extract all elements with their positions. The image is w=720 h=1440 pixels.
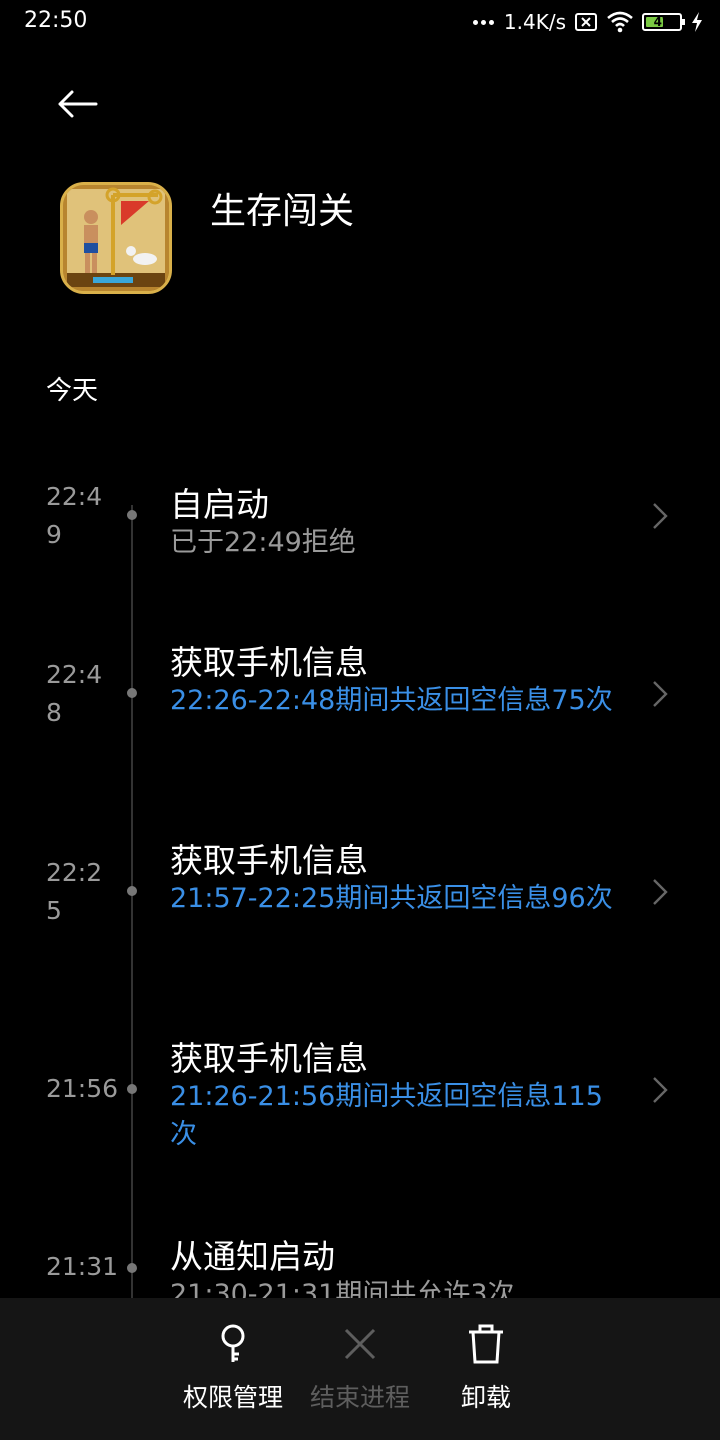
- permissions-button[interactable]: 权限管理: [168, 1322, 298, 1422]
- permissions-label: 权限管理: [182, 1383, 283, 1412]
- timeline-time: 21:31: [46, 1252, 119, 1281]
- app-icon-illustration: [63, 185, 169, 291]
- signal-dots-icon: [472, 19, 494, 25]
- timeline-dot: [127, 688, 137, 698]
- timeline-time: 22:49: [46, 482, 103, 549]
- timeline-description: 21:30-21:31期间共允许3次: [170, 1279, 515, 1298]
- battery-level: 47: [653, 15, 671, 29]
- section-label-today: 今天: [46, 376, 99, 406]
- bottom-action-bar: 权限管理 结束进程 卸载: [0, 1298, 720, 1440]
- timeline-description: 已于22:49拒绝: [170, 527, 356, 558]
- timeline-dot: [127, 1084, 137, 1094]
- chevron-right-icon: [653, 1077, 668, 1103]
- timeline-title: 获取手机信息: [170, 1039, 368, 1078]
- app-name: 生存闯关: [210, 191, 355, 232]
- end-process-button[interactable]: 结束进程: [295, 1322, 425, 1422]
- chevron-right-icon: [653, 681, 668, 707]
- timeline-time: 22:25: [46, 858, 103, 925]
- timeline-dot: [127, 886, 137, 896]
- battery-icon: 47: [642, 13, 685, 31]
- back-button[interactable]: [50, 82, 104, 126]
- end-process-label: 结束进程: [309, 1383, 410, 1412]
- timeline-time: 22:48: [46, 660, 103, 727]
- timeline-item-phone-info-3[interactable]: 21:56 获取手机信息 21:26-21:56期间共返回空信息115次: [0, 1032, 720, 1162]
- app-icon: [60, 182, 172, 294]
- chevron-right-icon: [653, 879, 668, 905]
- app-behavior-screen: 22:50 1.4K/s 47 生存闯关 今天 22:49 自启动 已于22:4…: [0, 0, 720, 1440]
- timeline-title: 获取手机信息: [170, 643, 368, 682]
- timeline-dot: [127, 1263, 137, 1273]
- close-icon: [344, 1328, 376, 1360]
- chevron-right-icon: [653, 503, 668, 529]
- timeline-item-autostart[interactable]: 22:49 自启动 已于22:49拒绝: [0, 478, 720, 588]
- key-icon: [221, 1324, 245, 1362]
- timeline-dot: [127, 510, 137, 520]
- uninstall-label: 卸载: [460, 1383, 511, 1412]
- uninstall-button[interactable]: 卸载: [421, 1322, 551, 1422]
- timeline-description: 21:57-22:25期间共返回空信息96次: [170, 883, 613, 914]
- timeline-title: 获取手机信息: [170, 841, 368, 880]
- arrow-left-icon: [58, 90, 98, 118]
- timeline-item-notification-launch[interactable]: 21:31 从通知启动 21:30-21:31期间共允许3次: [0, 1230, 720, 1298]
- trash-icon: [469, 1324, 503, 1364]
- timeline-title: 自启动: [170, 485, 269, 524]
- charging-icon: [692, 12, 702, 32]
- status-icons: 1.4K/s 47: [472, 8, 704, 36]
- timeline-item-phone-info-1[interactable]: 22:48 获取手机信息 22:26-22:48期间共返回空信息75次: [0, 636, 720, 766]
- timeline-item-phone-info-2[interactable]: 22:25 获取手机信息 21:57-22:25期间共返回空信息96次: [0, 834, 720, 964]
- status-time: 22:50: [24, 8, 88, 33]
- timeline-title: 从通知启动: [170, 1237, 335, 1276]
- net-speed: 1.4K/s: [503, 10, 566, 34]
- timeline-description: 21:26-21:56期间共返回空信息115次: [170, 1081, 603, 1150]
- wifi-icon: [607, 11, 633, 33]
- status-bar: 22:50 1.4K/s 47: [0, 0, 720, 44]
- timeline-time: 21:56: [46, 1074, 119, 1103]
- timeline-description: 22:26-22:48期间共返回空信息75次: [170, 685, 613, 716]
- no-sim-icon: [575, 13, 597, 31]
